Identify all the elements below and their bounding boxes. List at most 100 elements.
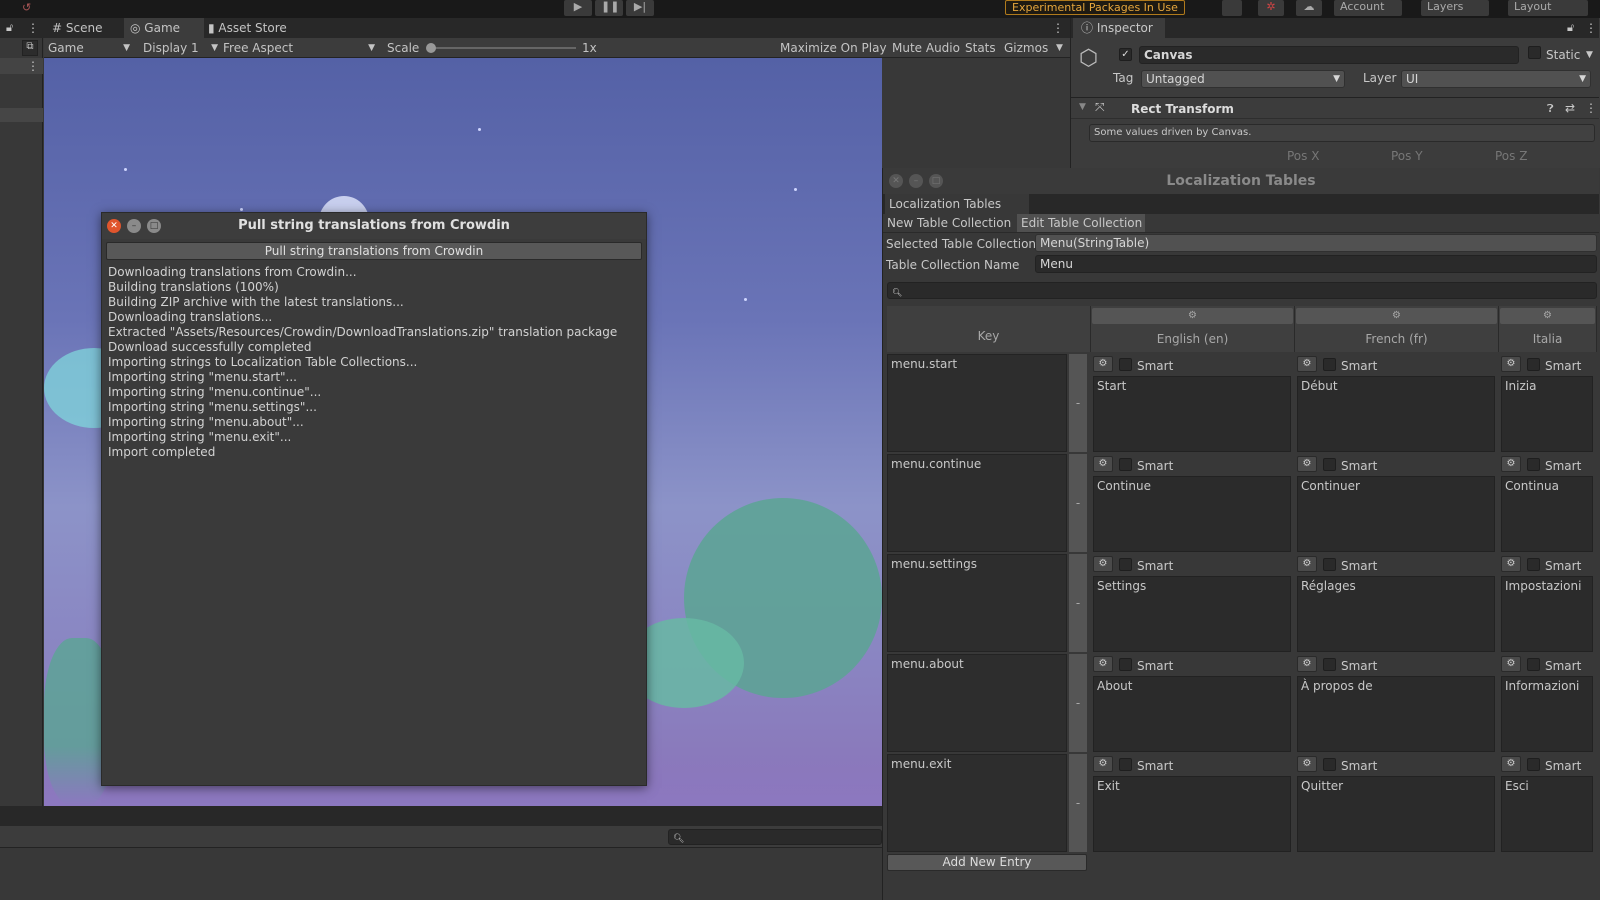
smart-checkbox[interactable] — [1527, 658, 1540, 671]
stats-toggle[interactable]: Stats — [965, 38, 996, 58]
translation-input[interactable]: Continue — [1093, 476, 1291, 552]
component-more-icon[interactable]: ⋮ — [1585, 101, 1597, 115]
metadata-icon[interactable]: ⚙ — [1093, 556, 1113, 572]
metadata-icon[interactable]: ⚙ — [1501, 456, 1521, 472]
active-checkbox[interactable]: ✓ — [1119, 48, 1132, 61]
collab-button[interactable] — [1222, 0, 1242, 16]
close-icon[interactable]: ✕ — [889, 174, 903, 188]
metadata-icon[interactable]: ⚙ — [1297, 456, 1317, 472]
translation-input[interactable]: Continua — [1501, 476, 1593, 552]
maximize-icon[interactable]: □ — [147, 219, 161, 233]
smart-checkbox[interactable] — [1527, 358, 1540, 371]
translation-input[interactable]: About — [1093, 676, 1291, 752]
translation-input[interactable]: Quitter — [1297, 776, 1495, 852]
gizmos-chevron-icon[interactable]: ▼ — [1056, 38, 1063, 58]
play-button[interactable]: ▶ — [564, 0, 592, 16]
translation-input[interactable]: Continuer — [1297, 476, 1495, 552]
entry-collapse-button[interactable]: - — [1069, 454, 1087, 552]
entry-collapse-button[interactable]: - — [1069, 554, 1087, 652]
mute-audio-toggle[interactable]: Mute Audio — [892, 38, 960, 58]
smart-checkbox[interactable] — [1323, 458, 1336, 471]
layout-dropdown[interactable]: Layout — [1508, 0, 1588, 16]
entry-key-input[interactable]: menu.continue — [887, 454, 1067, 552]
smart-checkbox[interactable] — [1527, 458, 1540, 471]
tab-scene[interactable]: # Scene — [46, 18, 108, 38]
metadata-icon[interactable]: ⚙ — [1297, 656, 1317, 672]
display-dropdown[interactable]: Display 1 ▼ — [143, 38, 220, 58]
metadata-icon[interactable]: ⚙ — [1297, 356, 1317, 372]
left-more-icon[interactable]: ⋮ — [27, 59, 39, 73]
metadata-icon[interactable]: ⚙ — [1297, 756, 1317, 772]
selected-collection-dropdown[interactable]: Menu(StringTable) — [1035, 234, 1597, 252]
metadata-icon[interactable]: ⚙ — [1501, 356, 1521, 372]
smart-checkbox[interactable] — [1119, 758, 1132, 771]
layer-dropdown[interactable]: UI ▼ — [1401, 70, 1591, 88]
tab-game[interactable]: ◎ Game — [124, 18, 204, 38]
help-icon[interactable]: ❓︎ — [1547, 102, 1554, 116]
metadata-icon[interactable]: ⚙ — [1297, 556, 1317, 572]
entry-key-input[interactable]: menu.about — [887, 654, 1067, 752]
smart-checkbox[interactable] — [1119, 558, 1132, 571]
gizmos-toggle[interactable]: Gizmos — [1004, 38, 1048, 58]
entry-key-input[interactable]: menu.exit — [887, 754, 1067, 852]
entry-key-input[interactable]: menu.settings — [887, 554, 1067, 652]
language-column-header[interactable]: ⚙ English (en) — [1091, 306, 1295, 352]
smart-checkbox[interactable] — [1119, 658, 1132, 671]
tab-new-table-collection[interactable]: New Table Collection — [885, 214, 1017, 232]
pull-translations-button[interactable]: Pull string translations from Crowdin — [106, 242, 642, 260]
translation-input[interactable]: À propos de — [1297, 676, 1495, 752]
layers-dropdown[interactable]: Layers — [1421, 0, 1489, 16]
metadata-icon[interactable]: ⚙ — [1093, 656, 1113, 672]
translation-input[interactable]: Exit — [1093, 776, 1291, 852]
experimental-packages-badge[interactable]: Experimental Packages In Use — [1005, 0, 1185, 15]
entry-key-input[interactable]: menu.start — [887, 354, 1067, 452]
translation-input[interactable]: Réglages — [1297, 576, 1495, 652]
minimize-icon[interactable]: – — [909, 174, 923, 188]
lock-icon[interactable]: 🔓︎ — [6, 21, 13, 35]
presets-icon[interactable]: ⇄ — [1565, 101, 1575, 115]
more-icon[interactable]: ⋮ — [27, 21, 39, 35]
translation-input[interactable]: Inizia — [1501, 376, 1593, 452]
translation-input[interactable]: Impostazioni — [1501, 576, 1593, 652]
static-checkbox[interactable] — [1528, 46, 1541, 59]
language-column-header[interactable]: ⚙ French (fr) — [1295, 306, 1499, 352]
tag-dropdown[interactable]: Untagged ▼ — [1141, 70, 1345, 88]
entry-collapse-button[interactable]: - — [1069, 754, 1087, 852]
tab-localization-tables[interactable]: Localization Tables — [885, 194, 1029, 214]
step-button[interactable]: ▶| — [626, 0, 654, 16]
tab-asset-store[interactable]: ▮ Asset Store — [202, 18, 293, 38]
cloud-icon[interactable]: ☁ — [1296, 0, 1322, 16]
translation-input[interactable]: Esci — [1501, 776, 1593, 852]
smart-checkbox[interactable] — [1323, 658, 1336, 671]
locale-settings-icon[interactable]: ⚙ — [1500, 308, 1595, 324]
metadata-icon[interactable]: ⚙ — [1501, 556, 1521, 572]
smart-checkbox[interactable] — [1323, 758, 1336, 771]
account-dropdown[interactable]: Account — [1334, 0, 1402, 16]
more-icon[interactable]: ⋮ — [1585, 21, 1597, 35]
entry-collapse-button[interactable]: - — [1069, 354, 1087, 452]
lock-icon[interactable]: 🔓︎ — [1567, 21, 1574, 35]
translation-input[interactable]: Settings — [1093, 576, 1291, 652]
smart-checkbox[interactable] — [1527, 758, 1540, 771]
translation-input[interactable]: Début — [1297, 376, 1495, 452]
minimize-icon[interactable]: – — [127, 219, 141, 233]
tabs-more-icon[interactable]: ⋮ — [1052, 21, 1064, 35]
smart-checkbox[interactable] — [1527, 558, 1540, 571]
scale-slider[interactable] — [430, 47, 576, 49]
metadata-icon[interactable]: ⚙ — [1501, 656, 1521, 672]
metadata-icon[interactable]: ⚙ — [1093, 356, 1113, 372]
maximize-on-play-toggle[interactable]: Maximize On Play — [780, 38, 887, 58]
gameobject-cube-icon[interactable]: ⬡ — [1079, 46, 1098, 71]
smart-checkbox[interactable] — [1323, 358, 1336, 371]
foldout-icon[interactable]: ▼ — [1079, 102, 1086, 112]
history-icon[interactable]: ↺ — [22, 1, 31, 14]
services-icon[interactable]: ✲ — [1258, 0, 1284, 16]
scale-slider-handle[interactable] — [426, 43, 436, 53]
hierarchy-icon[interactable]: ⧉ — [22, 40, 38, 56]
static-chevron-icon[interactable]: ▼ — [1586, 50, 1593, 60]
key-column-header[interactable]: Key — [887, 306, 1091, 352]
aspect-dropdown[interactable]: Free Aspect ▼ — [223, 38, 377, 58]
locale-settings-icon[interactable]: ⚙ — [1296, 308, 1497, 324]
language-column-header[interactable]: ⚙ Italia — [1499, 306, 1597, 352]
entry-collapse-button[interactable]: - — [1069, 654, 1087, 752]
